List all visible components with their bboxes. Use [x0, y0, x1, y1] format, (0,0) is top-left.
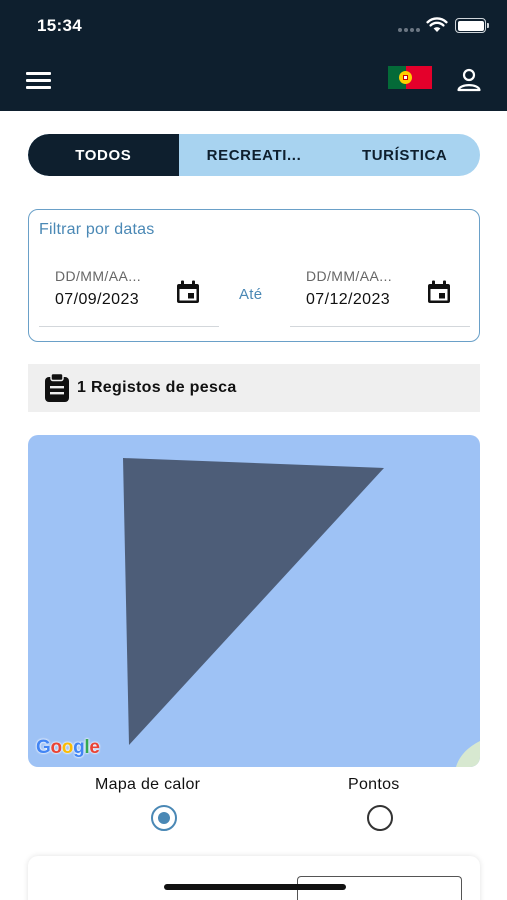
date-filter-title: Filtrar por datas [39, 221, 155, 238]
start-date-placeholder: DD/MM/AA... [55, 268, 142, 284]
start-date-value: 07/09/2023 [55, 291, 140, 308]
fishing-records-summary: 1 Registos de pesca [28, 364, 480, 412]
google-logo-letter: G [36, 737, 51, 758]
user-profile-icon[interactable] [456, 68, 482, 92]
portugal-flag-icon[interactable] [388, 66, 432, 89]
date-filter-panel: Filtrar por datas DD/MM/AA... 07/09/2023… [28, 209, 480, 342]
option-points-label: Pontos [348, 776, 400, 793]
cellular-signal-icon [398, 28, 420, 32]
tab-turistica[interactable]: TURÍSTICA [329, 134, 480, 176]
tab-todos[interactable]: TODOS [28, 134, 179, 176]
status-time: 15:34 [37, 16, 82, 35]
google-logo-letter: e [89, 737, 100, 758]
end-date-placeholder: DD/MM/AA... [306, 268, 393, 284]
google-logo: Google [36, 737, 100, 759]
home-indicator [164, 884, 346, 890]
clipboard-icon [45, 373, 69, 402]
map-canvas [123, 458, 480, 767]
option-heatmap-radio[interactable] [151, 805, 177, 831]
heatmap-polygon [123, 458, 384, 745]
category-tabs: TODOS RECREATI... TURÍSTICA [28, 134, 480, 176]
bottom-card [28, 856, 480, 900]
option-heatmap-label: Mapa de calor [95, 776, 201, 793]
map-view[interactable]: Google [28, 435, 480, 767]
end-date-field[interactable]: DD/MM/AA... 07/12/2023 [290, 256, 470, 327]
fishing-records-count: 1 Registos de pesca [77, 379, 237, 396]
battery-icon [455, 18, 489, 33]
land-fragment [456, 741, 480, 767]
google-logo-letter: o [50, 737, 62, 758]
google-logo-letter: o [61, 737, 74, 758]
hamburger-menu-icon[interactable] [26, 72, 52, 90]
end-date-value: 07/12/2023 [306, 291, 391, 308]
calendar-icon[interactable] [426, 280, 452, 304]
tab-recreativa[interactable]: RECREATI... [179, 134, 330, 176]
wifi-icon [426, 17, 448, 32]
google-logo-letter: g [73, 737, 85, 758]
calendar-icon[interactable] [175, 280, 201, 304]
app-header: 15:34 [0, 0, 507, 111]
date-range-separator: Até [239, 286, 263, 303]
option-points-radio[interactable] [367, 805, 393, 831]
start-date-field[interactable]: DD/MM/AA... 07/09/2023 [39, 256, 219, 327]
